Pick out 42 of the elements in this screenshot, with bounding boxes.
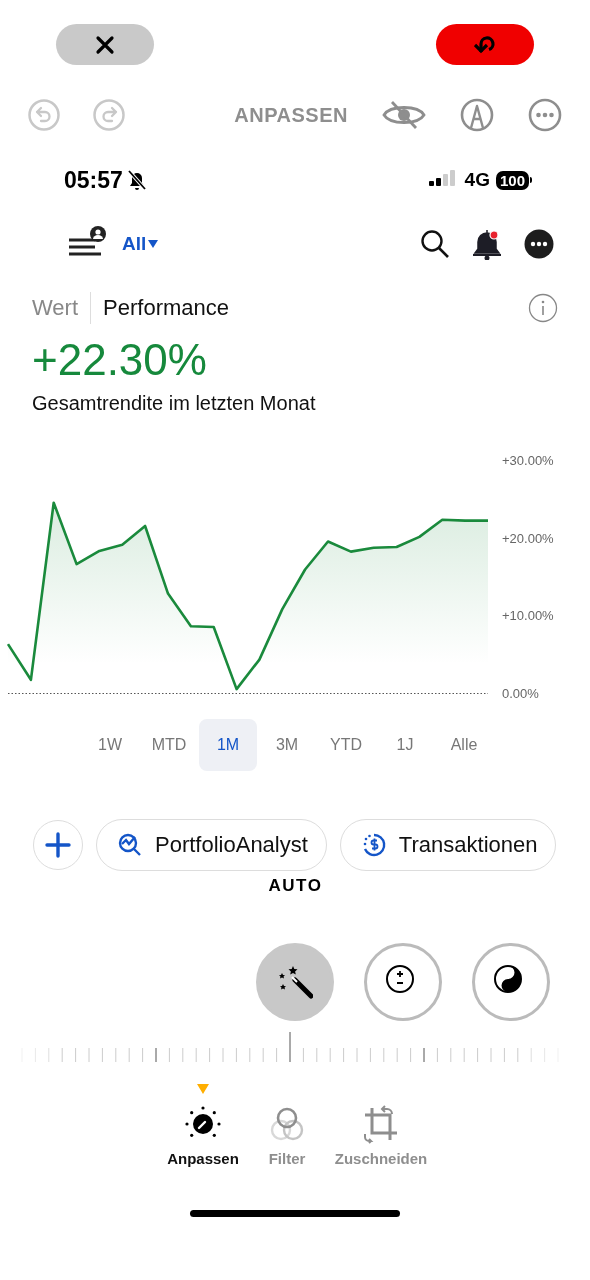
- axis-label: +10.00%: [502, 608, 554, 624]
- range-tab[interactable]: 1M: [199, 719, 257, 771]
- markup-button[interactable]: [460, 98, 494, 132]
- range-tab[interactable]: 3M: [258, 719, 316, 771]
- notifications-button[interactable]: [472, 228, 502, 260]
- action-chip[interactable]: Transaktionen: [339, 819, 557, 871]
- battery-level: 100: [495, 170, 529, 190]
- revert-button[interactable]: [436, 24, 534, 65]
- revert-arrow-icon: [474, 33, 496, 56]
- performance-value: +22.30%: [31, 334, 208, 386]
- range-tab[interactable]: YTD: [317, 719, 375, 771]
- axis-label: +30.00%: [502, 453, 554, 468]
- range-tab[interactable]: Alle: [435, 719, 493, 771]
- performance-caption: Gesamtrendite im letzten Monat: [31, 391, 317, 415]
- axis-label: 0.00%: [502, 686, 539, 701]
- editor-tab[interactable]: Zuschneiden: [331, 1084, 431, 1167]
- more-button[interactable]: [524, 229, 554, 259]
- axis-label: +20.00%: [502, 530, 554, 546]
- cancel-button[interactable]: [56, 24, 154, 65]
- segment-tab[interactable]: Performance: [103, 295, 241, 321]
- hide-preview-button[interactable]: [382, 99, 426, 131]
- account-filter[interactable]: All: [122, 233, 159, 255]
- action-chip[interactable]: PortfolioAnalyst: [96, 819, 327, 871]
- range-tab[interactable]: 1W: [81, 719, 139, 771]
- editor-tab[interactable]: Anpassen: [163, 1084, 243, 1167]
- add-button[interactable]: [33, 820, 83, 870]
- range-tab[interactable]: MTD: [140, 719, 198, 771]
- magic-wand-icon: [277, 964, 313, 1000]
- mode-label: AUTO: [268, 876, 323, 895]
- range-tab[interactable]: 1J: [376, 719, 434, 771]
- status-time: 05:57: [64, 166, 123, 194]
- search-button[interactable]: [420, 229, 450, 259]
- editor-tab[interactable]: Filter: [247, 1084, 327, 1167]
- network-type: 4G: [464, 169, 490, 191]
- close-icon: [95, 34, 115, 55]
- segment-tab[interactable]: Wert: [32, 295, 91, 321]
- info-button[interactable]: [528, 293, 558, 323]
- selection-indicator-icon: [197, 1084, 209, 1094]
- magnifier-chart-icon: [117, 832, 143, 858]
- editor-title: ANPASSEN: [234, 103, 348, 127]
- plus-icon: [45, 832, 71, 858]
- caret-icon: [148, 240, 159, 248]
